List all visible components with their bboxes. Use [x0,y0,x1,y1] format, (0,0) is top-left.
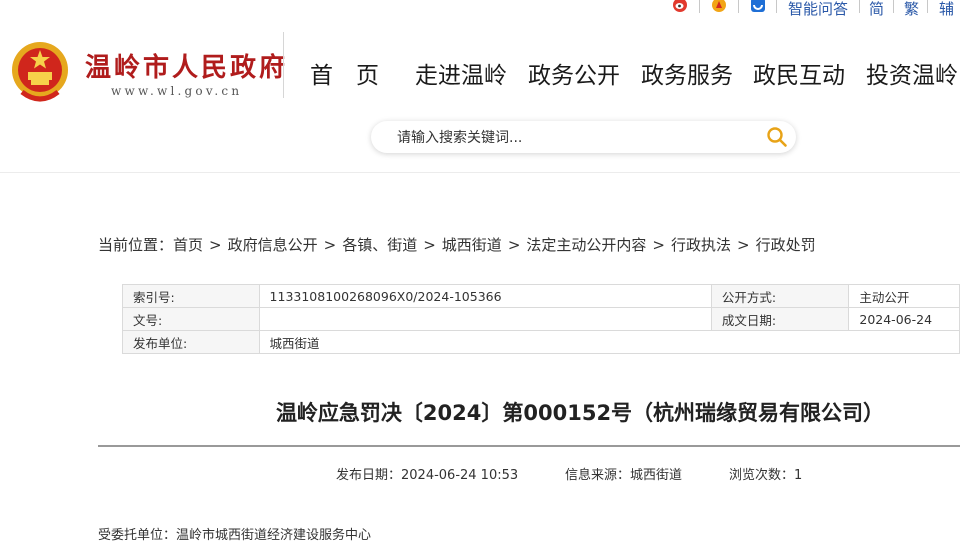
view-count: 浏览次数：1 [729,468,803,483]
breadcrumb-item-info-disclosure[interactable]: 政府信息公开 [228,236,318,254]
header-divider [283,32,284,98]
publish-date: 发布日期：2024-06-24 10:53 [336,468,519,483]
breadcrumb-item-home[interactable]: 首页 [173,236,203,254]
docno-value [258,307,712,331]
weibo-icon[interactable] [672,0,688,13]
government-app-icon[interactable] [711,0,727,13]
smart-qa-link[interactable]: 智能问答 [788,0,848,19]
breadcrumb-separator: > [209,236,222,254]
site-header: 温岭市人民政府 www.wl.gov.cn 首 页 走进温岭 政务公开 政务服务… [0,18,960,173]
index-value: 1133108100268096X0/2024-105366 [258,284,712,308]
zhejiang-app-icon[interactable] [750,0,766,13]
document-body-line: 受委托单位：温岭市城西街道经济建设服务中心 [98,528,372,543]
divider [738,0,739,13]
breadcrumb-item-statutory-content[interactable]: 法定主动公开内容 [526,236,646,254]
date-label: 成文日期: [710,307,850,331]
divider [927,0,928,13]
breadcrumb: 当前位置：首页 > 政府信息公开 > 各镇、街道 > 城西街道 > 法定主动公开内容 > 行政执法 >… [98,234,816,255]
nav-government-affairs[interactable]: 政务公开 [528,56,620,90]
breadcrumb-item-penalty[interactable]: 行政处罚 [756,236,816,254]
table-row: 索引号: 1133108100268096X0/2024-105366 公开方式… [122,284,960,308]
breadcrumb-item-chengxi[interactable]: 城西街道 [442,236,502,254]
divider [859,0,860,13]
breadcrumb-item-towns[interactable]: 各镇、街道 [342,236,417,254]
site-url: www.wl.gov.cn [111,84,243,98]
top-utility-bar: 智能问答 简 繁 辅 [0,0,960,18]
method-value: 主动公开 [848,284,960,308]
simplified-chinese-link[interactable]: 简 [869,0,884,19]
breadcrumb-separator: > [737,236,750,254]
divider [776,0,777,13]
docno-label: 文号: [122,307,260,331]
document-info-table: 索引号: 1133108100268096X0/2024-105366 公开方式… [122,284,960,354]
method-label: 公开方式: [710,284,850,308]
site-name[interactable]: 温岭市人民政府 [85,47,288,84]
publisher-label: 发布单位: [122,330,260,354]
nav-home[interactable]: 首 页 [310,56,379,90]
document-title: 温岭应急罚决〔2024〕第000152号（杭州瑞缘贸易有限公司） [275,401,885,425]
breadcrumb-separator: > [323,236,337,254]
search-box [371,121,796,153]
nav-public-interaction[interactable]: 政民互动 [753,56,845,90]
breadcrumb-separator: > [423,236,436,254]
accessibility-link[interactable]: 辅 [939,0,954,19]
date-value: 2024-06-24 [848,307,960,331]
index-label: 索引号: [122,284,260,308]
table-row: 发布单位: 城西街道 [122,330,960,354]
nav-investment[interactable]: 投资温岭 [866,56,958,90]
breadcrumb-separator: > [507,236,521,254]
breadcrumb-item-law-enforcement[interactable]: 行政执法 [671,236,731,254]
traditional-chinese-link[interactable]: 繁 [904,0,919,19]
nav-about-wenling[interactable]: 走进温岭 [415,56,507,90]
nav-government-services[interactable]: 政务服务 [641,56,733,90]
info-source: 信息来源：城西街道 [565,468,683,483]
national-emblem-icon[interactable] [10,40,70,104]
title-divider [98,445,960,447]
search-icon[interactable] [766,126,788,148]
publisher-value: 城西街道 [258,330,960,354]
table-row: 文号: 成文日期: 2024-06-24 [122,307,960,331]
breadcrumb-prefix: 当前位置： [98,236,174,254]
breadcrumb-separator: > [652,236,665,254]
search-input[interactable] [395,127,749,149]
divider [893,0,894,13]
divider [699,0,700,13]
